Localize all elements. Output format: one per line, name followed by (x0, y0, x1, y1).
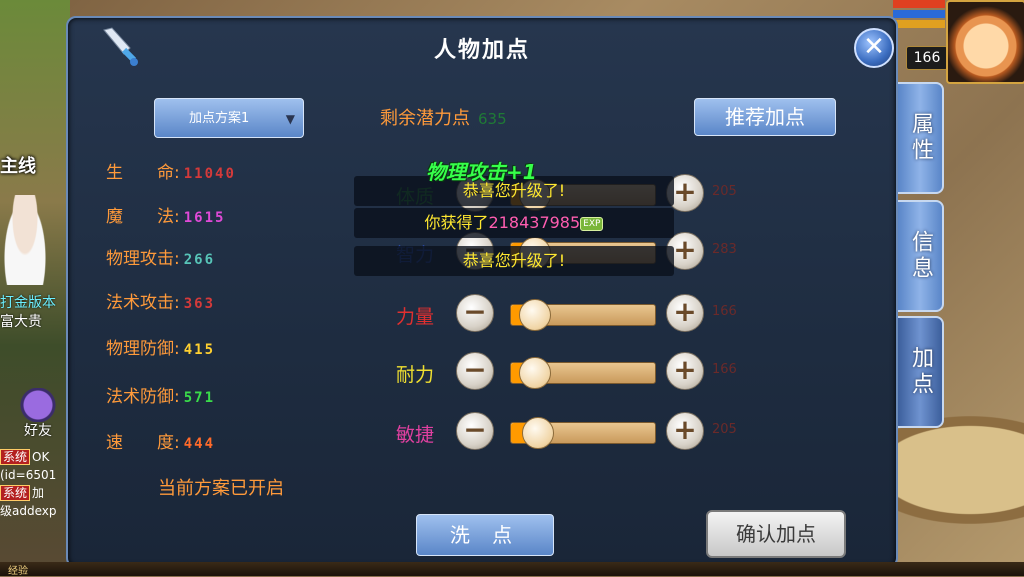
attr-slider[interactable] (510, 299, 656, 331)
exp-bar (893, 20, 945, 28)
chat-line: (id=6501 (0, 466, 68, 484)
scheme-label: 加点方案1 (189, 111, 250, 126)
tab-info[interactable]: 信息 (896, 200, 944, 312)
minus-button[interactable]: − (456, 352, 494, 390)
main-quest-label[interactable]: 主线 (0, 152, 36, 178)
tab-attributes[interactable]: 属性 (896, 82, 944, 194)
friend-icon[interactable] (18, 388, 58, 422)
chat-line: 级addexp (0, 502, 68, 520)
tab-add-points[interactable]: 加点 (896, 316, 944, 428)
potential-value: 635 (478, 110, 507, 128)
slider-knob[interactable] (522, 417, 555, 449)
attr-row-agility: 敏捷 − + 205 (368, 412, 768, 452)
attr-slider[interactable] (510, 357, 656, 389)
stat-value: 363 (183, 296, 216, 312)
attr-value: 166 (712, 362, 737, 377)
attr-row-strength: 力量 − + 166 (368, 294, 768, 334)
exp-label: 经验 (8, 566, 28, 577)
chat-text: 级addexp (0, 504, 57, 518)
slider-knob[interactable] (519, 299, 552, 331)
chat-text: OK (32, 450, 50, 464)
exp-bar-bottom: 经验 (0, 562, 1024, 577)
npc-character[interactable] (2, 195, 48, 285)
plus-button[interactable]: + (666, 352, 704, 390)
stat-value: 266 (183, 252, 216, 268)
player-portrait[interactable] (946, 0, 1024, 84)
attr-value: 283 (712, 242, 737, 257)
hp-bar (893, 0, 945, 8)
attr-name: 耐力 (396, 364, 435, 386)
exp-toast-amount: 218437985 (488, 213, 581, 232)
exp-toast-prefix: 你获得了 (424, 213, 489, 232)
stat-label: 物理防御: (106, 339, 180, 359)
stat-label: 法术攻击: (106, 293, 180, 313)
npc-title-line1: 打金版本 (0, 295, 56, 311)
plus-button[interactable]: + (666, 294, 704, 332)
stat-hp: 生 命: 11040 (106, 158, 236, 183)
chat-text: 加 (32, 486, 45, 500)
stat-value: 11040 (183, 166, 236, 182)
status-bars (893, 0, 945, 40)
chat-tag: 系统 (0, 485, 31, 501)
close-button[interactable]: ✕ (854, 28, 894, 68)
stat-mp: 魔 法: 1615 (106, 202, 225, 227)
stat-label: 速 度: (106, 433, 180, 453)
chat-log: 系统 OK (id=6501 系统加 级addexp (0, 448, 68, 520)
stat-value: 571 (183, 390, 216, 406)
attr-name: 敏捷 (396, 424, 435, 446)
mp-bar (893, 10, 945, 18)
recommend-button[interactable]: 推荐加点 (694, 98, 836, 136)
confirm-points-button[interactable]: 确认加点 (706, 510, 846, 558)
scheme-dropdown[interactable]: 加点方案1 ▼ (154, 98, 304, 138)
chat-line: 系统 OK (0, 448, 68, 466)
attr-name: 力量 (396, 306, 435, 328)
player-level: 166 (906, 46, 948, 70)
stat-value: 1615 (183, 210, 226, 226)
reset-points-button[interactable]: 洗 点 (416, 514, 554, 556)
scheme-status: 当前方案已开启 (158, 478, 284, 499)
attr-value: 205 (712, 184, 737, 199)
minus-button[interactable]: − (456, 294, 494, 332)
floating-gain-text: 物理攻击+1 (426, 160, 537, 184)
stat-label: 生 命: (106, 163, 180, 183)
stat-value: 444 (183, 436, 216, 452)
levelup-toast-2: 恭喜您升级了! (354, 246, 674, 276)
npc-title-line2: 富大贵 (0, 314, 42, 330)
exp-toast: 你获得了218437985 EXP (354, 208, 674, 238)
attribute-points-panel: 人物加点 ✕ 加点方案1 ▼ 生 命: 11040 魔 法: 1615 物理攻击: 2… (66, 16, 898, 568)
plus-button[interactable]: + (666, 412, 704, 450)
stat-label: 法术防御: (106, 387, 180, 407)
potential-points: 剩余潜力点 635 (380, 104, 507, 130)
attr-row-endurance: 耐力 − + 166 (368, 352, 768, 392)
potential-label: 剩余潜力点 (380, 108, 470, 129)
stat-phys-defense: 物理防御: 415 (106, 334, 215, 359)
stat-phys-attack: 物理攻击: 266 (106, 244, 215, 269)
minus-button[interactable]: − (456, 412, 494, 450)
stat-label: 物理攻击: (106, 249, 180, 269)
chat-tag: 系统 (0, 449, 31, 465)
chat-line: 系统加 (0, 484, 68, 502)
panel-title: 人物加点 (433, 38, 530, 63)
chevron-down-icon: ▼ (285, 112, 295, 126)
attr-value: 166 (712, 304, 737, 319)
slider-knob[interactable] (519, 357, 552, 389)
stat-value: 415 (183, 342, 216, 358)
stat-label: 魔 法: (106, 207, 180, 227)
attr-value: 205 (712, 422, 737, 437)
stat-magic-defense: 法术防御: 571 (106, 382, 215, 407)
stat-magic-attack: 法术攻击: 363 (106, 288, 215, 313)
chat-text: (id=6501 (0, 468, 57, 482)
friend-label[interactable]: 好友 (24, 420, 52, 440)
exp-badge-icon: EXP (580, 216, 604, 231)
stat-speed: 速 度: 444 (106, 428, 215, 453)
attr-slider[interactable] (510, 417, 656, 449)
